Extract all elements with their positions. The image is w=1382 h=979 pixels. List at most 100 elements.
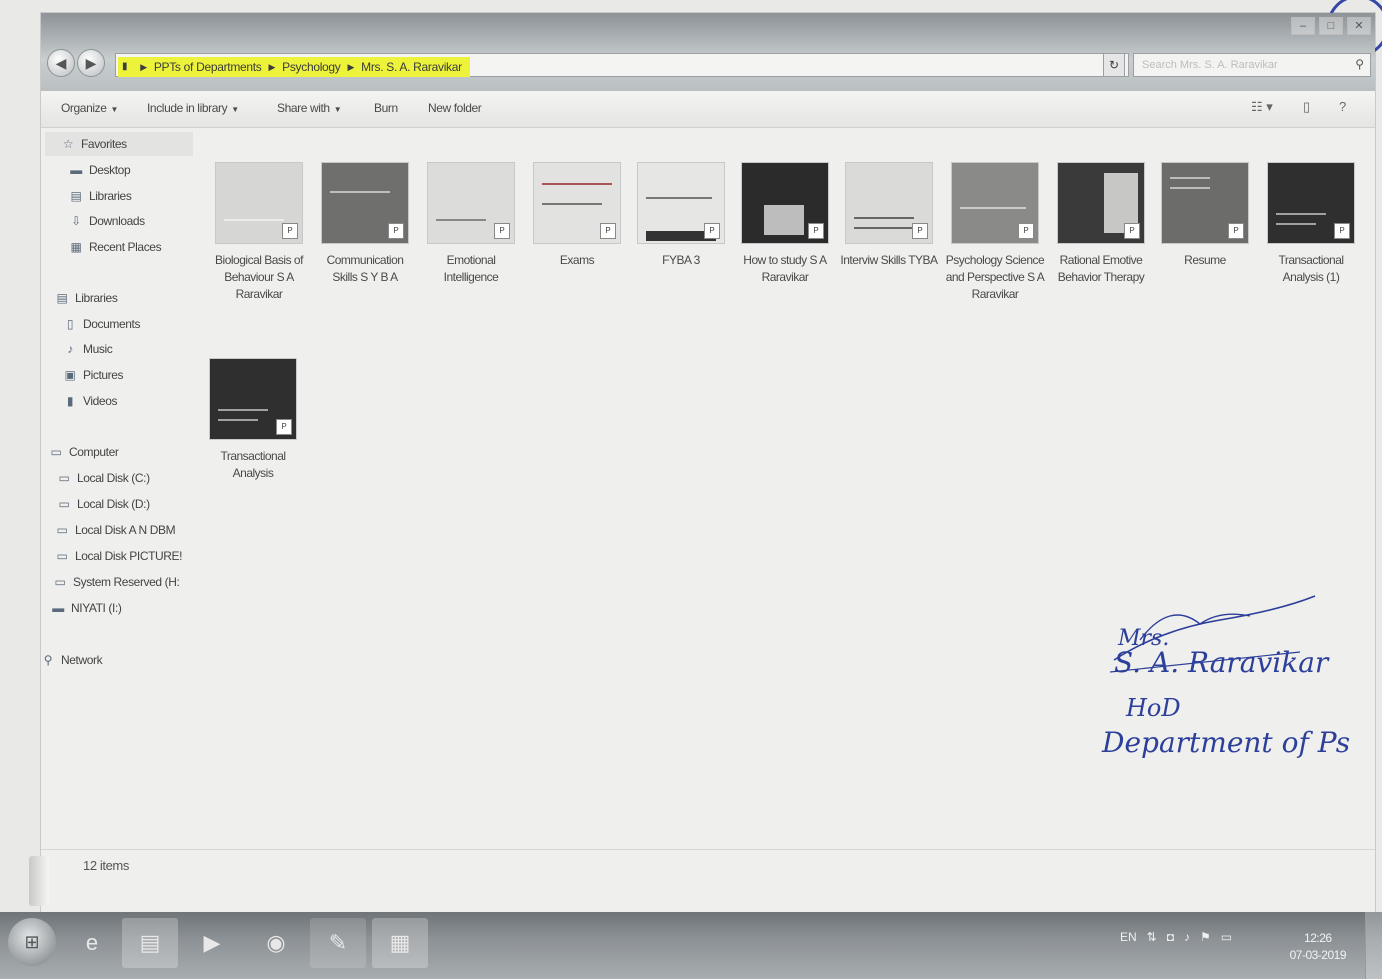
- handwritten-signature: Mrs. S. A. Raravikar HoD Department of P…: [1100, 590, 1382, 790]
- help-icon[interactable]: ?: [1339, 99, 1346, 114]
- browser-icon[interactable]: ◉: [248, 918, 304, 968]
- nav-libraries-fav[interactable]: ▤ Libraries: [69, 189, 132, 203]
- network-icon: ⚲: [43, 653, 53, 667]
- file-name: Transactional Analysis (1): [1278, 253, 1344, 284]
- powerpoint-icon: P: [388, 223, 404, 239]
- powerpoint-icon: P: [276, 419, 292, 435]
- start-button-icon[interactable]: ⊞: [8, 918, 56, 966]
- file-name: Communication Skills S Y B A: [326, 253, 404, 284]
- chevron-right-icon: ▶: [347, 62, 355, 72]
- nav-computer[interactable]: ▭ Computer: [49, 445, 119, 459]
- pptx-thumbnail: P: [209, 358, 297, 440]
- burn-button[interactable]: Burn: [374, 101, 398, 115]
- breadcrumb: ▮ ▶ PPTs of Departments ▶ Psychology ▶ M…: [118, 57, 470, 77]
- file-item[interactable]: P How to study S A Raravikar: [733, 162, 837, 286]
- file-item[interactable]: P Biological Basis of Behaviour S A Rara…: [207, 162, 311, 303]
- network-tray-icon[interactable]: ⇅: [1147, 930, 1157, 944]
- nav-drive-system-reserved[interactable]: ▭ System Reserved (H:: [53, 575, 180, 589]
- breadcrumb-item[interactable]: Mrs. S. A. Raravikar: [361, 56, 462, 78]
- clock[interactable]: 12:26 07-03-2019: [1290, 930, 1347, 964]
- title-bar: – □ ✕ ◀ ▶ ▮ ▶ PPTs of Departments ▶ Psyc…: [41, 13, 1375, 91]
- nav-recent-places[interactable]: ▦ Recent Places: [69, 240, 162, 254]
- app-icon[interactable]: ✎: [310, 918, 366, 968]
- nav-network[interactable]: ⚲ Network: [41, 653, 103, 667]
- star-icon: ☆: [62, 137, 74, 151]
- navigation-pane: ☆ Favorites ▬ Desktop ▤ Libraries ⇩ Download…: [41, 128, 193, 818]
- nav-drive-c[interactable]: ▭ Local Disk (C:): [57, 471, 151, 485]
- pptx-thumbnail: P: [533, 162, 621, 244]
- maximize-icon[interactable]: □: [1319, 17, 1343, 35]
- file-item[interactable]: P Psychology Science and Perspective S A…: [943, 162, 1047, 303]
- library-icon: ▤: [56, 291, 68, 305]
- chart-app-icon[interactable]: ▦: [372, 918, 428, 968]
- file-item[interactable]: P FYBA 3: [629, 162, 733, 269]
- file-name: Rational Emotive Behavior Therapy: [1057, 253, 1145, 284]
- include-in-library-button[interactable]: Include in library ▼: [147, 101, 239, 115]
- flag-icon[interactable]: ⚑: [1200, 930, 1211, 944]
- nav-drive-picture[interactable]: ▭ Local Disk PICTURE!: [55, 549, 183, 563]
- share-with-button[interactable]: Share with ▼: [277, 101, 342, 115]
- nav-libraries[interactable]: ▤ Libraries: [55, 291, 118, 305]
- forward-arrow-icon[interactable]: ▶: [77, 49, 105, 77]
- breadcrumb-item[interactable]: Psychology: [282, 56, 341, 78]
- file-item[interactable]: P Emotional Intelligence: [419, 162, 523, 286]
- powerpoint-icon: P: [808, 223, 824, 239]
- nav-music[interactable]: ♪ Music: [63, 342, 113, 356]
- powerpoint-icon: P: [282, 223, 298, 239]
- search-input[interactable]: [1140, 54, 1344, 76]
- file-item[interactable]: P Exams: [525, 162, 629, 269]
- nav-drive-d[interactable]: ▭ Local Disk (D:): [57, 497, 151, 511]
- file-name: FYBA 3: [662, 253, 700, 267]
- powerpoint-icon: P: [1124, 223, 1140, 239]
- antivirus-icon[interactable]: ◘: [1167, 930, 1174, 944]
- nav-videos[interactable]: ▮ Videos: [63, 394, 118, 408]
- show-desktop-button[interactable]: [1365, 912, 1382, 979]
- file-item[interactable]: P Interviw Skills TYBA: [837, 162, 941, 269]
- nav-documents[interactable]: ▯ Documents: [63, 317, 141, 331]
- action-center-icon[interactable]: ▭: [1221, 930, 1232, 944]
- address-bar[interactable]: ▮ ▶ PPTs of Departments ▶ Psychology ▶ M…: [115, 53, 1129, 77]
- search-icon[interactable]: ⚲: [1355, 57, 1364, 71]
- videos-icon: ▮: [66, 394, 74, 408]
- library-icon: ▤: [70, 189, 82, 203]
- item-count: 12 items: [83, 858, 129, 873]
- nav-pictures[interactable]: ▣ Pictures: [63, 368, 124, 382]
- new-folder-button[interactable]: New folder: [428, 101, 482, 115]
- minimize-icon[interactable]: –: [1291, 17, 1315, 35]
- search-box[interactable]: ⚲: [1133, 53, 1371, 77]
- internet-explorer-icon[interactable]: e: [64, 918, 120, 968]
- file-item[interactable]: P Resume: [1153, 162, 1257, 269]
- file-name: Exams: [559, 253, 595, 267]
- file-item[interactable]: P Communication Skills S Y B A: [313, 162, 417, 286]
- organize-button[interactable]: Organize ▼: [61, 101, 118, 115]
- language-indicator[interactable]: EN: [1120, 930, 1137, 944]
- file-explorer-icon[interactable]: ▤: [122, 918, 178, 968]
- preview-pane-icon[interactable]: ▯: [1303, 99, 1310, 115]
- media-player-icon[interactable]: ▶: [184, 918, 240, 968]
- pptx-thumbnail: P: [845, 162, 933, 244]
- volume-icon[interactable]: ♪: [1184, 930, 1190, 944]
- handwritten-name: S. A. Raravikar: [1114, 646, 1329, 679]
- nav-drive-niyati[interactable]: ▬ NIYATI (I:): [51, 601, 122, 615]
- window-controls: – □ ✕: [1291, 17, 1371, 35]
- nav-favorites[interactable]: ☆ Favorites: [61, 137, 127, 151]
- pptx-thumbnail: P: [1161, 162, 1249, 244]
- recent-places-icon: ▦: [70, 240, 82, 254]
- refresh-icon[interactable]: ↻: [1103, 53, 1125, 77]
- view-options-icon[interactable]: ☷ ▾: [1251, 99, 1273, 115]
- breadcrumb-item[interactable]: PPTs of Departments: [154, 56, 262, 78]
- drive-icon: ▭: [58, 471, 70, 485]
- drive-icon: ▭: [56, 549, 68, 563]
- nav-drive-andbm[interactable]: ▭ Local Disk A N DBM: [55, 523, 176, 537]
- close-icon[interactable]: ✕: [1347, 17, 1371, 35]
- drive-icon: ▭: [56, 523, 68, 537]
- file-item[interactable]: P Transactional Analysis (1): [1259, 162, 1363, 286]
- file-item[interactable]: P Transactional Analysis: [201, 358, 305, 482]
- back-arrow-icon[interactable]: ◀: [47, 49, 75, 77]
- handwritten-role: HoD: [1126, 694, 1181, 722]
- nav-downloads[interactable]: ⇩ Downloads: [69, 214, 145, 228]
- powerpoint-icon: P: [912, 223, 928, 239]
- pptx-thumbnail: P: [1267, 162, 1355, 244]
- file-item[interactable]: P Rational Emotive Behavior Therapy: [1049, 162, 1153, 286]
- nav-desktop[interactable]: ▬ Desktop: [69, 163, 130, 177]
